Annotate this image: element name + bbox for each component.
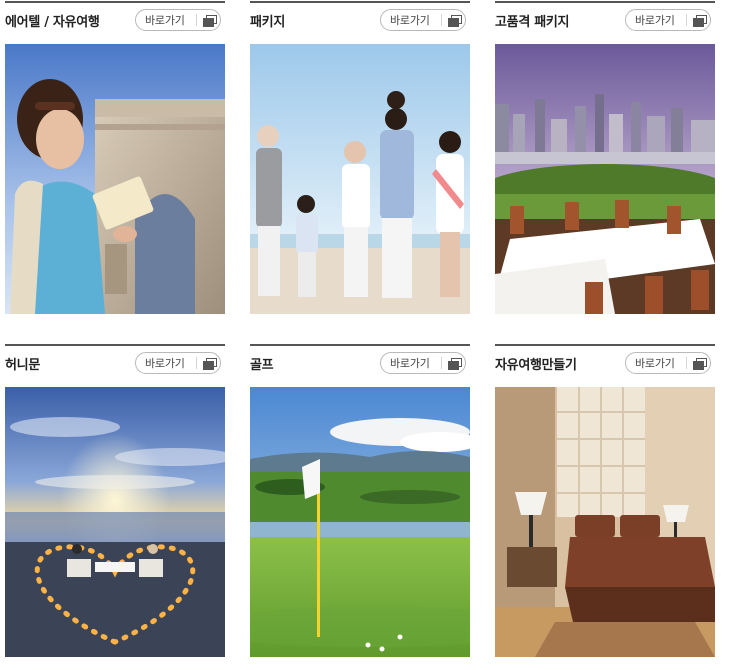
premium-package-photo[interactable] [495,44,715,314]
card-package: 패키지 바로가기 [250,1,470,314]
card-header: 패키지 바로가기 [250,1,470,41]
card-title: 고품격 패키지 [495,15,570,30]
honeymoon-photo[interactable] [5,387,225,657]
new-window-icon [202,357,217,370]
card-header: 자유여행만들기 바로가기 [495,344,715,384]
divider [195,14,197,26]
go-button-label: 바로가기 [390,357,430,370]
divider [440,14,442,26]
go-button-label: 바로가기 [145,357,185,370]
divider [685,14,687,26]
card-header: 고품격 패키지 바로가기 [495,1,715,41]
new-window-icon [447,357,462,370]
go-button[interactable]: 바로가기 [380,9,466,31]
card-honeymoon: 허니문 바로가기 [5,344,225,657]
card-title: 허니문 [5,358,40,373]
new-window-icon [447,14,462,27]
go-button-label: 바로가기 [145,14,185,27]
new-window-icon [692,14,707,27]
go-button[interactable]: 바로가기 [135,352,221,374]
card-header: 골프 바로가기 [250,344,470,384]
airtel-photo[interactable] [5,44,225,314]
go-button-label: 바로가기 [390,14,430,27]
card-header: 허니문 바로가기 [5,344,225,384]
card-title: 골프 [250,358,274,373]
package-photo[interactable] [250,44,470,314]
golf-photo[interactable] [250,387,470,657]
custom-travel-photo[interactable] [495,387,715,657]
go-button-label: 바로가기 [635,14,675,27]
card-header: 에어텔 / 자유여행 바로가기 [5,1,225,41]
card-title: 자유여행만들기 [495,358,577,373]
card-title: 에어텔 / 자유여행 [5,15,100,30]
go-button[interactable]: 바로가기 [380,352,466,374]
new-window-icon [202,14,217,27]
card-custom-travel: 자유여행만들기 바로가기 [495,344,715,657]
divider [195,357,197,369]
divider [440,357,442,369]
card-airtel: 에어텔 / 자유여행 바로가기 [5,1,225,314]
go-button[interactable]: 바로가기 [135,9,221,31]
new-window-icon [692,357,707,370]
go-button[interactable]: 바로가기 [625,9,711,31]
card-premium-package: 고품격 패키지 바로가기 [495,1,715,314]
card-title: 패키지 [250,15,285,30]
divider [685,357,687,369]
card-golf: 골프 바로가기 [250,344,470,657]
go-button[interactable]: 바로가기 [625,352,711,374]
go-button-label: 바로가기 [635,357,675,370]
